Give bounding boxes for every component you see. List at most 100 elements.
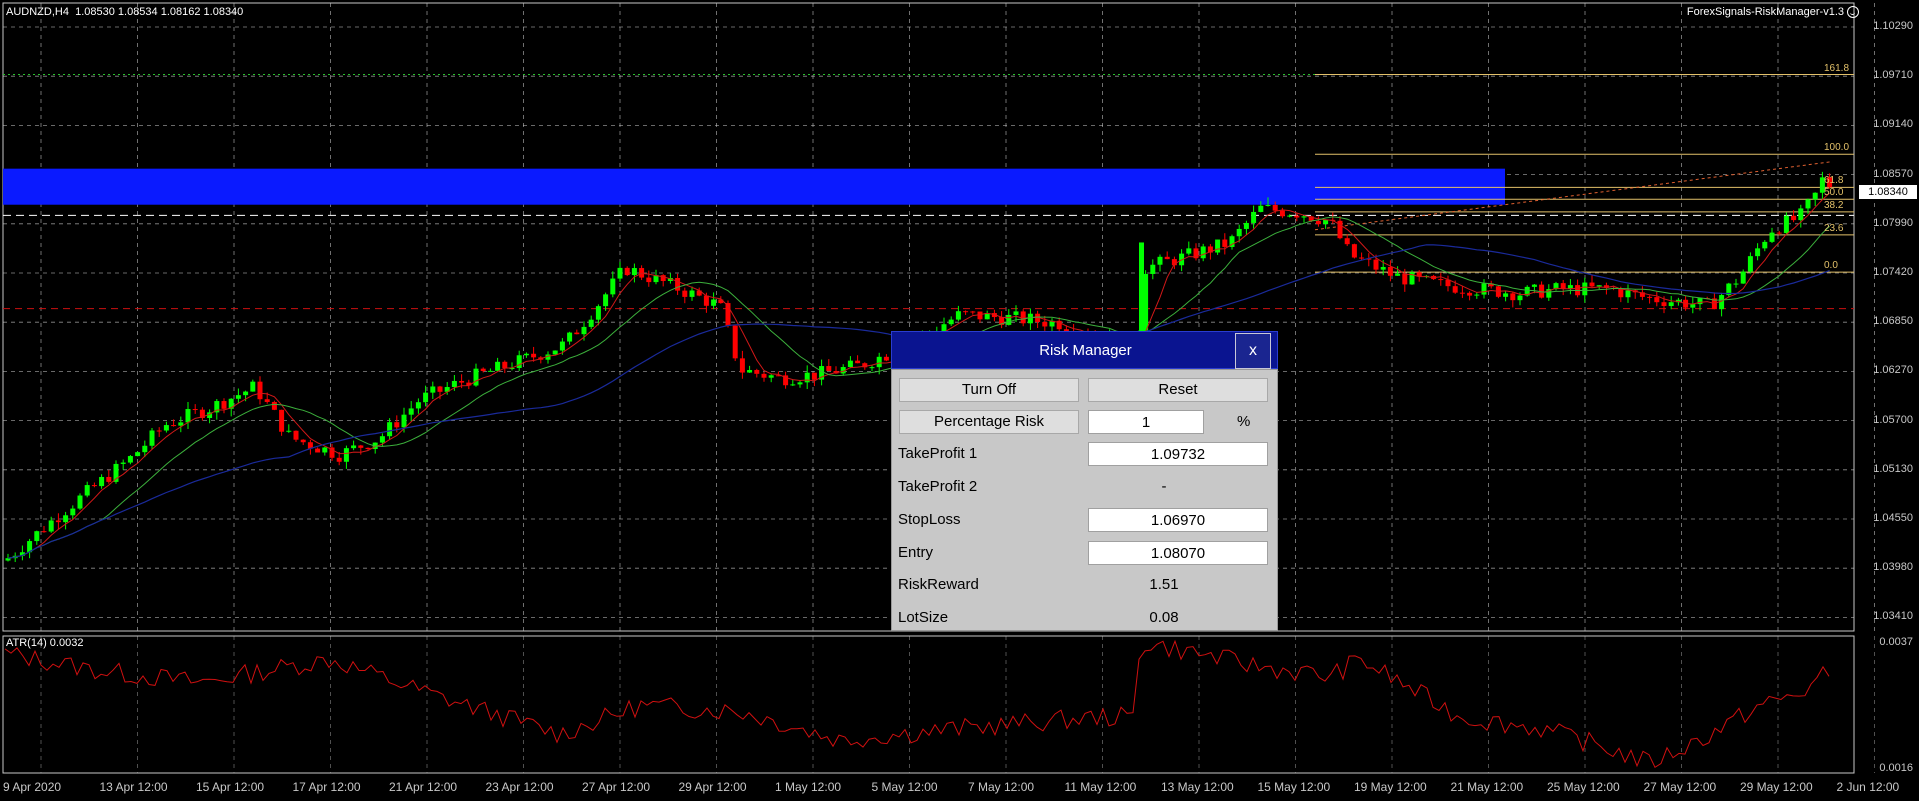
candle-body [811, 372, 817, 380]
candle-body [1798, 208, 1804, 221]
candle-body [1668, 302, 1674, 307]
close-button[interactable]: x [1235, 333, 1271, 369]
candle-body [1013, 311, 1019, 315]
time-axis-label: 11 May 12:00 [1064, 780, 1137, 794]
candle-body [574, 332, 580, 335]
candle-body [826, 366, 832, 372]
candle-body [567, 332, 573, 342]
candle-body [495, 361, 501, 371]
candle-body [271, 401, 277, 410]
candle-body [1690, 304, 1696, 308]
atr-axis-top: 0.0037 [1879, 636, 1913, 648]
candle-body [192, 409, 198, 411]
candle-body [135, 452, 141, 457]
turn-off-button[interactable]: Turn Off [899, 378, 1079, 402]
time-axis-label: 21 May 12:00 [1450, 780, 1524, 794]
candle-body [99, 476, 105, 487]
candle-body [1452, 286, 1458, 293]
stoploss-input[interactable] [1088, 508, 1268, 532]
candle-body [1380, 266, 1386, 270]
time-axis-label: 21 Apr 12:00 [389, 780, 458, 794]
time-axis-label: 25 May 12:00 [1547, 780, 1620, 794]
candle-body [171, 425, 177, 427]
candle-body [480, 368, 486, 372]
candle-body [1776, 232, 1782, 234]
candle-body [855, 360, 861, 364]
entry-input[interactable] [1088, 541, 1268, 565]
candle-body [264, 399, 270, 402]
candle-body [1596, 285, 1602, 287]
candle-body [955, 311, 961, 320]
candle-body [1467, 292, 1473, 296]
candle-body [1315, 220, 1321, 225]
candle-body [631, 268, 637, 276]
candle-body [869, 367, 875, 369]
fib-level-label: 161.8 [1824, 62, 1850, 74]
candle-body [523, 353, 529, 356]
candle-body [703, 295, 709, 306]
candle-body [1647, 296, 1653, 298]
percentage-risk-button[interactable]: Percentage Risk [899, 410, 1079, 434]
candle-body [156, 430, 162, 432]
atr-frame [2, 635, 1855, 774]
riskreward-label: RiskReward [898, 576, 979, 593]
candle-body [739, 358, 745, 373]
risk-manager-titlebar[interactable]: Risk Manager x [891, 331, 1278, 369]
riskreward-value: 1.51 [1149, 576, 1179, 593]
price-axis-label: 1.09710 [1873, 69, 1913, 82]
candle-body [1661, 302, 1667, 307]
candle-body [1294, 215, 1300, 218]
candle-body [595, 306, 601, 320]
candle-body [1589, 282, 1595, 287]
candle-body [948, 319, 954, 325]
smiley-face-icon [1847, 6, 1859, 19]
candle-body [127, 456, 133, 463]
candle-body [977, 311, 983, 320]
candle-body [257, 381, 263, 400]
candle-body [1243, 222, 1249, 229]
candle-body [747, 369, 753, 373]
takeprofit1-input[interactable] [1088, 442, 1268, 466]
time-axis-label: 13 May 12:00 [1161, 780, 1234, 794]
candle-body [250, 381, 256, 392]
candle-body [315, 448, 321, 453]
percentage-risk-input[interactable] [1088, 410, 1204, 434]
candle-body [1279, 210, 1285, 217]
candle-body [1582, 282, 1588, 296]
candle-body [351, 445, 357, 449]
candle-body [639, 268, 645, 278]
candle-body [1287, 215, 1293, 217]
candle-body [1359, 257, 1365, 259]
candle-body [610, 278, 616, 295]
price-axis-label: 1.06270 [1873, 364, 1913, 377]
candle-body [1251, 211, 1257, 223]
candle-body [1805, 199, 1811, 209]
candle-body [149, 430, 155, 446]
fib-level-label: 23.6 [1824, 222, 1844, 234]
candle-body [531, 353, 537, 358]
chart-symbol-info: AUDNZD,H4 1.08530 1.08534 1.08162 1.0834… [6, 6, 243, 18]
time-axis-label: 13 Apr 12:00 [99, 780, 168, 794]
symbol-timeframe: AUDNZD,H4 [6, 6, 69, 18]
candle-body [401, 414, 407, 428]
atr-axis-bottom: 0.0016 [1879, 762, 1913, 774]
candle-body [1481, 283, 1487, 295]
candle-body [63, 515, 69, 523]
time-axis-label: 17 Apr 12:00 [292, 780, 361, 794]
reset-button[interactable]: Reset [1088, 378, 1268, 402]
indicator-title: ForexSignals-RiskManager-v1.3 [1686, 6, 1844, 18]
candle-body [1812, 192, 1818, 200]
candle-body [603, 294, 609, 307]
candle-body [689, 290, 695, 297]
candle-body [804, 372, 810, 383]
candle-body [1387, 266, 1393, 276]
candle-body [1222, 239, 1228, 247]
ohlc-values: 1.08530 1.08534 1.08162 1.08340 [75, 6, 244, 18]
candle-body [336, 457, 342, 462]
candle-body [1215, 239, 1221, 253]
candle-body [1301, 216, 1307, 218]
candle-body [1373, 259, 1379, 270]
candle-body [1164, 256, 1170, 260]
price-axis-label: 1.08570 [1873, 167, 1913, 180]
fib-level-label: 100.0 [1824, 142, 1850, 154]
